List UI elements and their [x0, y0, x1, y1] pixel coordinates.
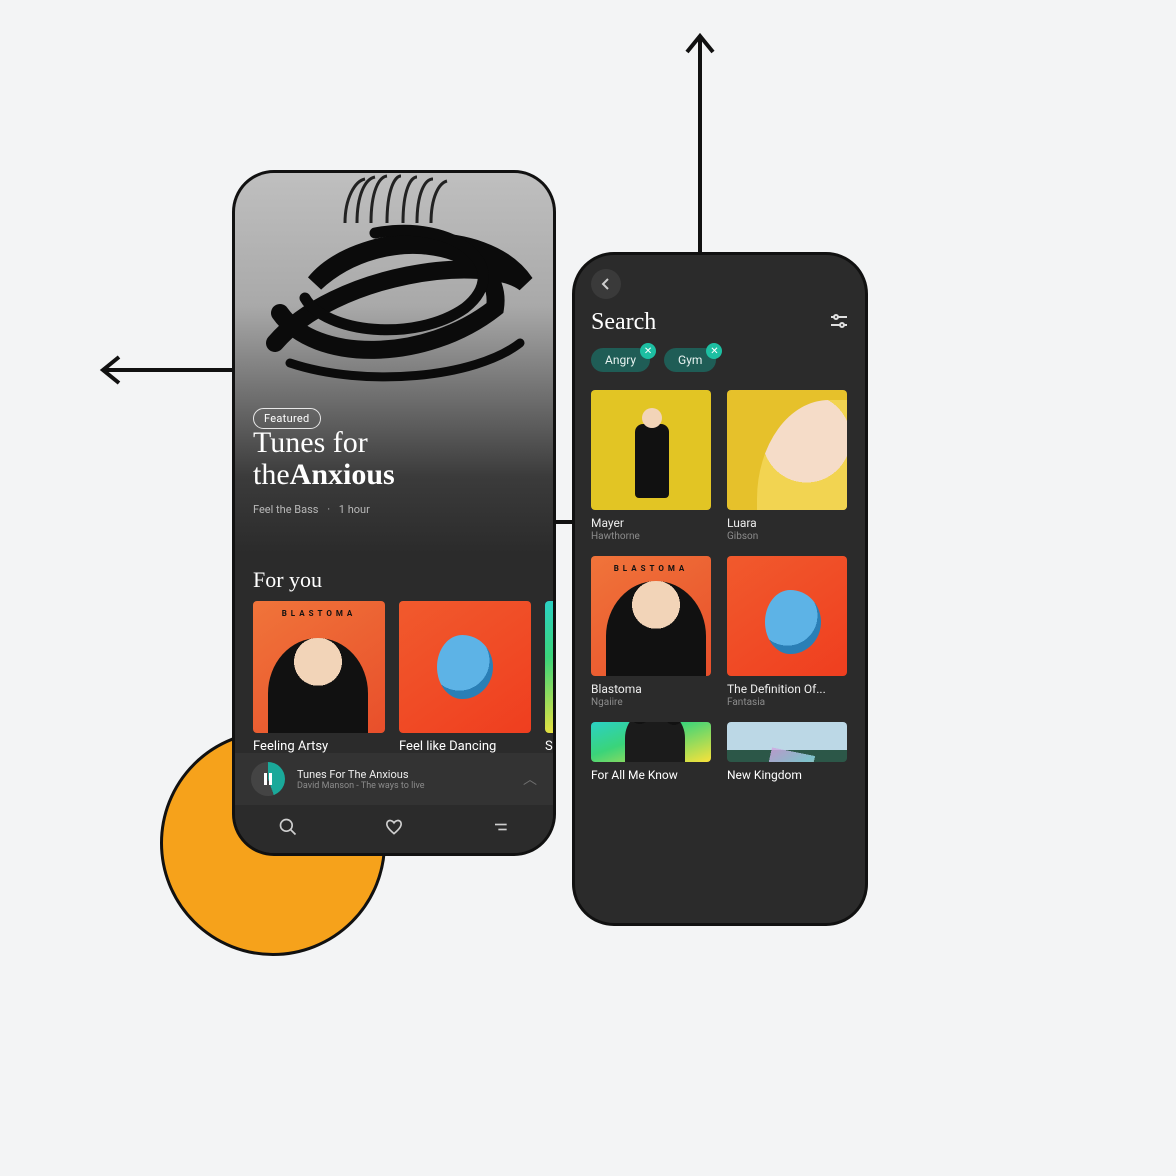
filter-chip-gym[interactable]: Gym ✕ — [664, 348, 716, 372]
hero-title: Tunes for theAnxious — [253, 427, 395, 490]
playlist-card[interactable]: BLASTOMA Feeling Artsy 2 hours — [253, 601, 385, 767]
playlist-title: Feel like Dancing — [399, 739, 531, 754]
playlist-card[interactable]: Feel like Dancing 35 min — [399, 601, 531, 767]
hero-banner[interactable]: Featured Tunes for theAnxious Feel the B… — [235, 173, 553, 553]
heart-icon[interactable] — [384, 817, 404, 841]
result-title: Luara — [727, 516, 847, 530]
hero-title-line2-prefix: the — [253, 458, 290, 491]
tab-bar — [235, 805, 553, 853]
for-you-heading: For you — [253, 567, 553, 593]
filter-sliders-icon[interactable] — [829, 311, 849, 335]
playlist-cover — [545, 601, 553, 733]
search-heading: Search — [591, 309, 656, 336]
filter-chip-angry[interactable]: Angry ✕ — [591, 348, 650, 372]
result-cover — [727, 556, 847, 676]
result-title: New Kingdom — [727, 768, 847, 782]
now-playing-title: Tunes For The Anxious — [297, 768, 511, 781]
menu-icon[interactable] — [490, 817, 510, 841]
result-cover: BLASTOMA — [591, 556, 711, 676]
pause-icon[interactable] — [251, 762, 285, 796]
now-playing-subtitle: David Manson - The ways to live — [297, 781, 511, 791]
hero-scribble — [255, 213, 545, 393]
playlist-cover — [399, 601, 531, 733]
result-cover — [591, 390, 711, 510]
search-icon[interactable] — [278, 817, 298, 841]
result-card[interactable]: BLASTOMA Blastoma Ngaiire — [591, 556, 711, 708]
results-grid[interactable]: Mayer Hawthorne Luara Gibson BLASTOMA Bl… — [575, 378, 865, 782]
result-card[interactable]: New Kingdom — [727, 722, 847, 782]
result-subtitle: Ngaiire — [591, 697, 711, 708]
now-playing-bar[interactable]: Tunes For The Anxious David Manson - The… — [235, 753, 553, 805]
playlist-cover: BLASTOMA — [253, 601, 385, 733]
result-cover: NAO — [591, 722, 711, 762]
chip-remove-icon[interactable]: ✕ — [640, 343, 656, 359]
for-you-row[interactable]: BLASTOMA Feeling Artsy 2 hours Feel like… — [235, 601, 553, 767]
phone-home: Featured Tunes for theAnxious Feel the B… — [232, 170, 556, 856]
filter-chip-label: Gym — [678, 353, 702, 367]
result-cover — [727, 722, 847, 762]
result-title: Mayer — [591, 516, 711, 530]
result-subtitle: Hawthorne — [591, 531, 711, 542]
hero-meta-left: Feel the Bass — [253, 503, 318, 516]
playlist-title: So — [545, 739, 553, 754]
playlist-card[interactable]: So 3 — [545, 601, 553, 767]
result-card[interactable]: Luara Gibson — [727, 390, 847, 542]
chip-remove-icon[interactable]: ✕ — [706, 343, 722, 359]
result-title: Blastoma — [591, 682, 711, 696]
cover-text: BLASTOMA — [253, 609, 385, 618]
cover-text: BLASTOMA — [591, 564, 711, 573]
result-card[interactable]: Mayer Hawthorne — [591, 390, 711, 542]
chevron-up-icon[interactable]: ︿ — [523, 769, 537, 789]
back-button[interactable] — [591, 269, 621, 299]
hero-meta-right: 1 hour — [339, 503, 370, 516]
playlist-title: Feeling Artsy — [253, 739, 385, 754]
result-subtitle: Fantasia — [727, 697, 847, 708]
result-cover — [727, 390, 847, 510]
hero-title-line2-bold: Anxious — [290, 458, 395, 491]
hero-title-line1: Tunes for — [253, 426, 368, 459]
hero-meta: Feel the Bass · 1 hour — [253, 503, 370, 516]
result-subtitle: Gibson — [727, 531, 847, 542]
result-title: For All Me Know — [591, 768, 711, 782]
result-card[interactable]: The Definition Of... Fantasia — [727, 556, 847, 708]
filter-chip-label: Angry — [605, 353, 636, 367]
arrow-up-icon — [685, 30, 715, 290]
phone-search: Search Angry ✕ Gym ✕ Mayer Hawtho — [572, 252, 868, 926]
result-title: The Definition Of... — [727, 682, 847, 696]
result-card[interactable]: NAO For All Me Know — [591, 722, 711, 782]
